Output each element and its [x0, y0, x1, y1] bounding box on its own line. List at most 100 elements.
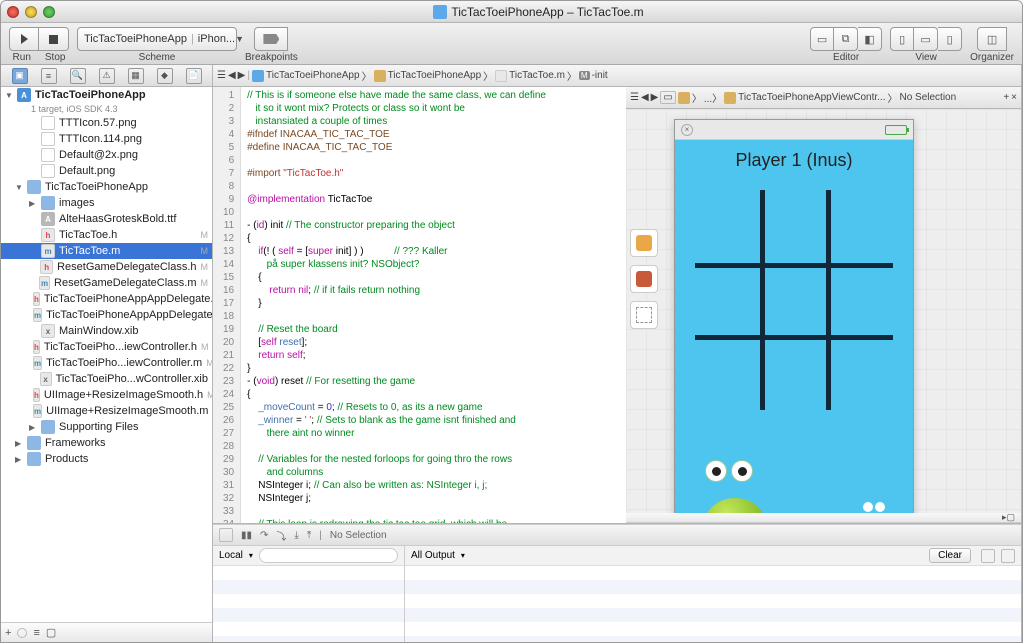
view-debug-button[interactable]: ▭ [914, 27, 938, 51]
tree-row[interactable]: mResetGameDelegateClass.mM [1, 275, 212, 291]
symbol-navigator-tab[interactable]: ≡ [41, 68, 57, 84]
run-button[interactable] [9, 27, 39, 51]
variables-search-input[interactable] [259, 548, 398, 563]
forward-button[interactable]: ▶ [238, 70, 246, 81]
editor-standard-button[interactable]: ▭ [810, 27, 834, 51]
source-code[interactable]: // This is if someone else have made the… [241, 87, 552, 523]
file-label: TicTacToeiPhoneAppAppDelegate.h [44, 293, 212, 305]
file-label: TicTacToeiPho...iewController.m [46, 357, 202, 369]
assistant-crumb-file[interactable]: TicTacToeiPhoneAppViewContr... [738, 92, 885, 103]
debug-navigator-tab[interactable]: ▦ [128, 68, 144, 84]
organizer-button[interactable]: ◫ [977, 27, 1007, 51]
breakpoints-label: Breakpoints [245, 52, 298, 63]
assistant-jump-bar[interactable]: ☰◀▶ ▭ 〉 ...〉 TicTacToeiPhoneAppViewContr… [626, 87, 1021, 109]
jump-bar[interactable]: ☰ ◀ ▶ | TicTacToeiPhoneApp 〉 TicTacToeiP… [213, 65, 1021, 87]
console-output[interactable] [405, 566, 1021, 642]
hide-variables-button[interactable] [981, 549, 995, 563]
file-label: Frameworks [45, 437, 106, 449]
tree-row[interactable]: hTicTacToeiPhoneAppAppDelegate.hM [1, 291, 212, 307]
search-navigator-tab[interactable]: 🔍 [70, 68, 86, 84]
toggle-dock-button[interactable]: ▸▢ [1002, 512, 1015, 523]
files-owner-object[interactable] [630, 229, 658, 257]
tree-row[interactable]: ▶Frameworks [1, 435, 212, 451]
crumb-project[interactable]: TicTacToeiPhoneApp [266, 70, 360, 81]
tree-row[interactable]: ▼TicTacToeiPhoneApp [1, 179, 212, 195]
project-tree[interactable]: ▼ A TicTacToeiPhoneApp 1 target, iOS SDK… [1, 87, 212, 622]
breakpoints-toggle[interactable] [254, 27, 288, 51]
close-icon[interactable]: × [681, 124, 693, 136]
continue-button[interactable]: ↷ [260, 530, 268, 541]
console-view[interactable]: All Output▾ Clear [405, 546, 1021, 642]
filter-unsaved-button[interactable]: ▢ [46, 626, 56, 639]
view-navigator-button[interactable]: ▯ [890, 27, 914, 51]
output-filter[interactable]: All Output [411, 550, 455, 561]
tree-row[interactable]: ▶Supporting Files [1, 419, 212, 435]
close-window-button[interactable] [7, 6, 19, 18]
variables-list[interactable] [213, 566, 404, 642]
h-icon: h [41, 228, 55, 242]
hide-console-button[interactable] [1001, 549, 1015, 563]
xib-icon: x [41, 324, 55, 338]
tree-row[interactable]: hResetGameDelegateClass.hM [1, 259, 212, 275]
view-object[interactable] [630, 301, 658, 329]
canvas-footer: ▸▢ [626, 513, 1021, 523]
pause-button[interactable]: ▮▮ [241, 530, 252, 541]
file-label: TicTacToeiPho...iewController.h [44, 341, 197, 353]
tree-row[interactable]: hUIImage+ResizeImageSmooth.hM [1, 387, 212, 403]
tree-row[interactable]: mUIImage+ResizeImageSmooth.mM [1, 403, 212, 419]
tree-row[interactable]: Default@2x.png [1, 147, 212, 163]
tree-row[interactable]: ▶images [1, 195, 212, 211]
tree-row[interactable]: TTTIcon.114.png [1, 131, 212, 147]
project-navigator-tab[interactable]: ▣ [12, 68, 28, 84]
tree-row[interactable]: hTicTacToe.hM [1, 227, 212, 243]
log-navigator-tab[interactable]: 📄 [186, 68, 202, 84]
step-out-button[interactable]: ⤒ [307, 530, 311, 541]
editor-version-button[interactable]: ◧ [858, 27, 882, 51]
related-items-icon[interactable]: ☰ [217, 70, 226, 81]
tree-row[interactable]: TTTIcon.57.png [1, 115, 212, 131]
step-into-button[interactable]: ⤓ [294, 530, 298, 541]
project-root-row[interactable]: ▼ A TicTacToeiPhoneApp [1, 87, 212, 103]
breakpoint-navigator-tab[interactable]: ◆ [157, 68, 173, 84]
crumb-folder[interactable]: TicTacToeiPhoneApp [388, 70, 482, 81]
hide-debug-button[interactable] [219, 528, 233, 542]
view-utilities-button[interactable]: ▯ [938, 27, 962, 51]
back-button[interactable]: ◀ [228, 70, 236, 81]
tree-row[interactable]: hTicTacToeiPho...iewController.hM [1, 339, 212, 355]
tree-row[interactable]: AAlteHaasGroteskBold.ttf [1, 211, 212, 227]
variables-view[interactable]: Local▾ [213, 546, 405, 642]
source-editor[interactable]: 1234567891011121314151617181920212223242… [213, 87, 626, 523]
navigator-sidebar: ▣ ≡ 🔍 ⚠ ▦ ◆ 📄 ▼ A TicTacToeiPhoneApp 1 t… [1, 65, 213, 642]
assistant-crumb-sel[interactable]: No Selection [899, 92, 956, 103]
scope-selector[interactable]: Local [219, 550, 243, 561]
tree-row[interactable]: mTicTacToeiPhoneAppAppDelegate.mM [1, 307, 212, 323]
interface-builder-canvas[interactable]: × Player 1 (Inus) [626, 109, 1021, 513]
simulated-view[interactable]: × Player 1 (Inus) [674, 119, 914, 513]
tree-row[interactable]: mTicTacToe.mM [1, 243, 212, 259]
add-button[interactable]: + [5, 627, 11, 639]
file-label: UIImage+ResizeImageSmooth.h [44, 389, 203, 401]
clear-console-button[interactable]: Clear [929, 548, 971, 563]
issue-navigator-tab[interactable]: ⚠ [99, 68, 115, 84]
crumb-symbol[interactable]: -init [592, 70, 608, 81]
editor-assistant-button[interactable]: ⧉ [834, 27, 858, 51]
first-responder-object[interactable] [630, 265, 658, 293]
crumb-file[interactable]: TicTacToe.m [509, 70, 565, 81]
png-icon [41, 148, 55, 162]
stop-button[interactable] [39, 27, 69, 51]
close-assistant-button[interactable]: × [1011, 92, 1017, 103]
file-label: TicTacToeiPhoneApp [45, 181, 148, 193]
scheme-label: Scheme [139, 52, 176, 63]
tree-row[interactable]: xTicTacToeiPho...wController.xib [1, 371, 212, 387]
scheme-selector[interactable]: TicTacToeiPhoneApp | iPhon... ▼ [77, 27, 237, 51]
filter-recent-button[interactable] [17, 628, 27, 638]
minimize-window-button[interactable] [25, 6, 37, 18]
step-over-button[interactable]: ⤵ [276, 528, 286, 543]
filter-scm-button[interactable]: ≡ [33, 627, 39, 639]
tree-row[interactable]: xMainWindow.xib [1, 323, 212, 339]
add-assistant-button[interactable]: + [1003, 92, 1009, 103]
tree-row[interactable]: Default.png [1, 163, 212, 179]
tree-row[interactable]: ▶Products [1, 451, 212, 467]
zoom-window-button[interactable] [43, 6, 55, 18]
tree-row[interactable]: mTicTacToeiPho...iewController.mM [1, 355, 212, 371]
